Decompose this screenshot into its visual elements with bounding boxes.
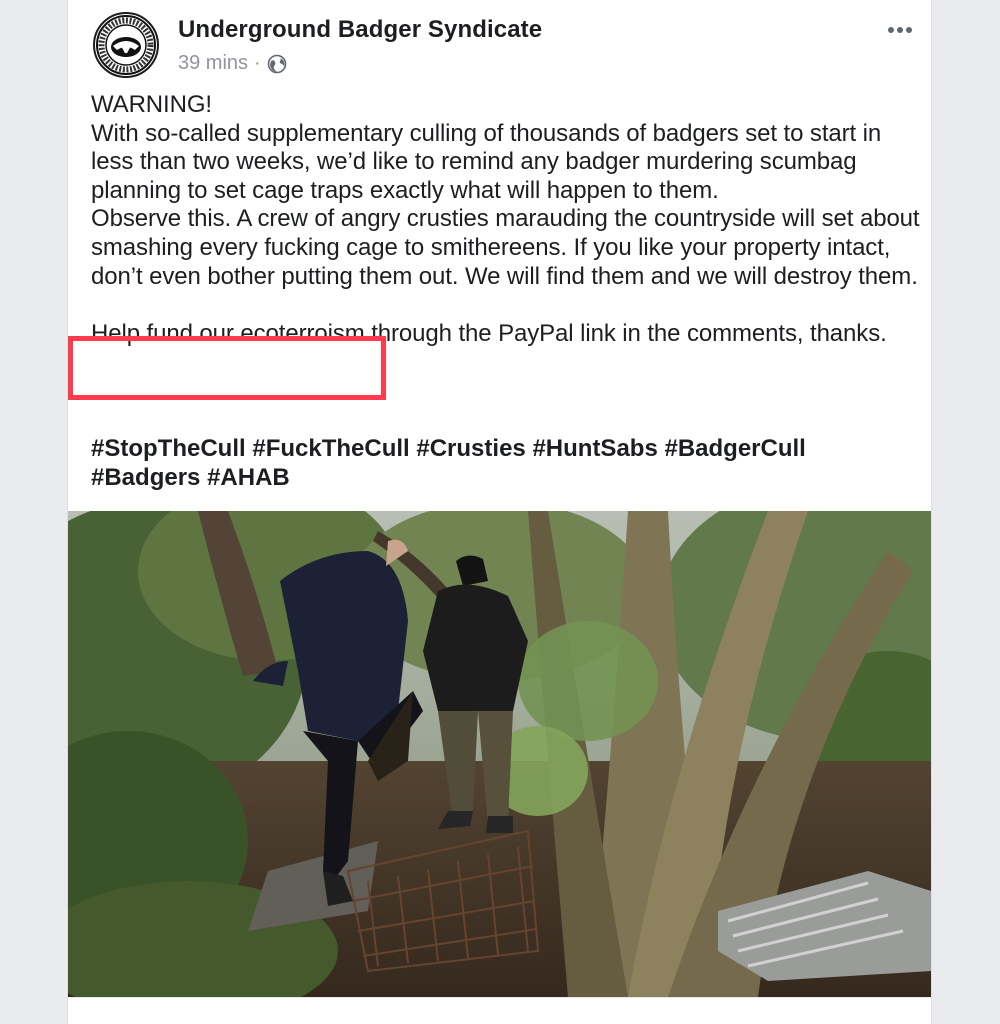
post-paragraph-cull: With so-called supplementary culling of … bbox=[91, 119, 882, 204]
post-timestamp[interactable]: 39 mins bbox=[178, 52, 248, 75]
globe-icon[interactable] bbox=[267, 54, 287, 74]
hashtag-link[interactable]: #AHAB bbox=[207, 464, 290, 491]
more-options-button[interactable] bbox=[885, 18, 915, 42]
meta-separator: · bbox=[254, 52, 261, 74]
post-body: WARNING! With so-called supplementary cu… bbox=[91, 91, 921, 348]
hashtag-list: #StopTheCull #FuckTheCull #Crusties #Hun… bbox=[91, 434, 921, 492]
page: Underground Badger Syndicate 39 mins · W… bbox=[0, 0, 1000, 1024]
hashtag-link[interactable]: #StopTheCull bbox=[91, 435, 246, 462]
post-paragraph-fund: Help fund our ecoterroism through the Pa… bbox=[91, 319, 887, 347]
hashtag-link[interactable]: #BadgerCull bbox=[664, 435, 805, 462]
post-meta: 39 mins · bbox=[178, 52, 287, 75]
hashtag-link[interactable]: #Crusties bbox=[416, 435, 525, 462]
page-name-link[interactable]: Underground Badger Syndicate bbox=[178, 16, 542, 44]
hashtag-link[interactable]: #FuckTheCull bbox=[252, 435, 409, 462]
badger-logo-icon bbox=[96, 15, 156, 75]
page-avatar[interactable] bbox=[93, 12, 159, 78]
post-header: Underground Badger Syndicate 39 mins · bbox=[68, 0, 931, 96]
hashtag-link[interactable]: #Badgers bbox=[91, 464, 200, 491]
post-paragraph-observe: Observe this. A crew of angry crusties m… bbox=[91, 205, 920, 290]
post-paragraph-warning: WARNING! bbox=[91, 91, 212, 118]
post-card: Underground Badger Syndicate 39 mins · W… bbox=[67, 0, 932, 1024]
post-footer bbox=[68, 997, 931, 1024]
post-photo[interactable] bbox=[68, 511, 931, 997]
hashtag-link[interactable]: #HuntSabs bbox=[532, 435, 657, 462]
woodland-scene-image bbox=[68, 511, 931, 997]
more-horizontal-icon bbox=[888, 27, 912, 33]
